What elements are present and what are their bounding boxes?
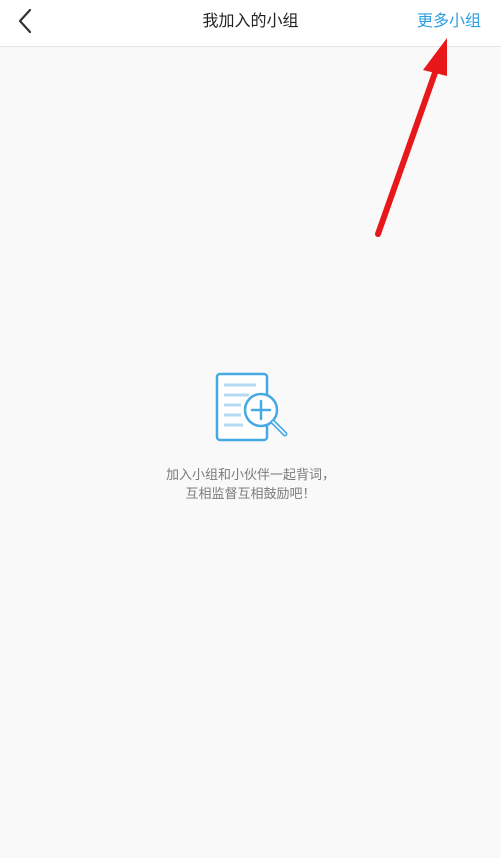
more-groups-button[interactable]: 更多小组 bbox=[417, 0, 481, 42]
empty-state-line-2: 互相监督互相鼓励吧！ bbox=[185, 487, 316, 502]
top-nav-bar: 我加入的小组 更多小组 bbox=[0, 0, 501, 47]
empty-state-message: 加入小组和小伙伴一起背词， 互相监督互相鼓励吧！ bbox=[0, 466, 501, 504]
empty-state-line-1: 加入小组和小伙伴一起背词， bbox=[165, 468, 335, 483]
screen: 我加入的小组 更多小组 加入小组和小伙伴一起背词， 互相监督互相鼓励吧！ bbox=[0, 0, 501, 858]
document-search-plus-icon bbox=[215, 372, 287, 442]
empty-state: 加入小组和小伙伴一起背词， 互相监督互相鼓励吧！ bbox=[0, 370, 501, 504]
